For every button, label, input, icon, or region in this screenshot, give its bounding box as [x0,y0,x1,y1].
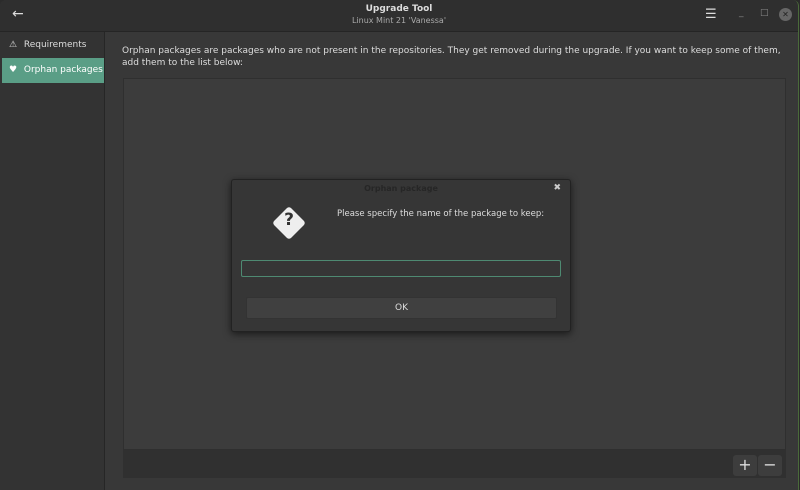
sidebar-item-orphan-packages[interactable]: ♥ Orphan packages [2,58,104,83]
dialog-title: Orphan package [364,184,438,193]
minimize-button[interactable]: _ [739,8,744,18]
sidebar-item-label: Requirements [23,40,87,50]
close-button[interactable]: ✕ [779,8,792,21]
title-bar: ← Upgrade Tool Linux Mint 21 'Vanessa' ☰… [0,0,798,32]
upgrade-tool-window: ← Upgrade Tool Linux Mint 21 'Vanessa' ☰… [0,0,799,490]
list-toolbar [123,450,786,478]
ok-button[interactable]: OK [246,297,557,319]
heart-icon: ♥ [9,65,18,75]
sidebar-item-label: Orphan packages [23,65,103,75]
orphan-package-dialog: Orphan package ✖ ? Please specify the na… [231,179,571,332]
hamburger-menu-icon[interactable]: ☰ [705,7,717,22]
sidebar: ⚠ Requirements ♥ Orphan packages [0,32,105,490]
window-title: Upgrade Tool [365,4,433,14]
dialog-close-icon[interactable]: ✖ [553,183,561,193]
description-text: Orphan packages are packages who are not… [122,46,781,68]
warning-icon: ⚠ [9,40,18,50]
add-package-button[interactable]: + [733,455,757,476]
question-mark: ? [284,210,294,230]
dialog-message: Please specify the name of the package t… [337,209,545,219]
maximize-button[interactable]: □ [760,8,769,18]
sidebar-item-requirements[interactable]: ⚠ Requirements [2,33,104,58]
package-name-input[interactable] [241,260,561,277]
remove-package-button[interactable]: − [758,455,782,476]
window-subtitle: Linux Mint 21 'Vanessa' [351,16,447,25]
